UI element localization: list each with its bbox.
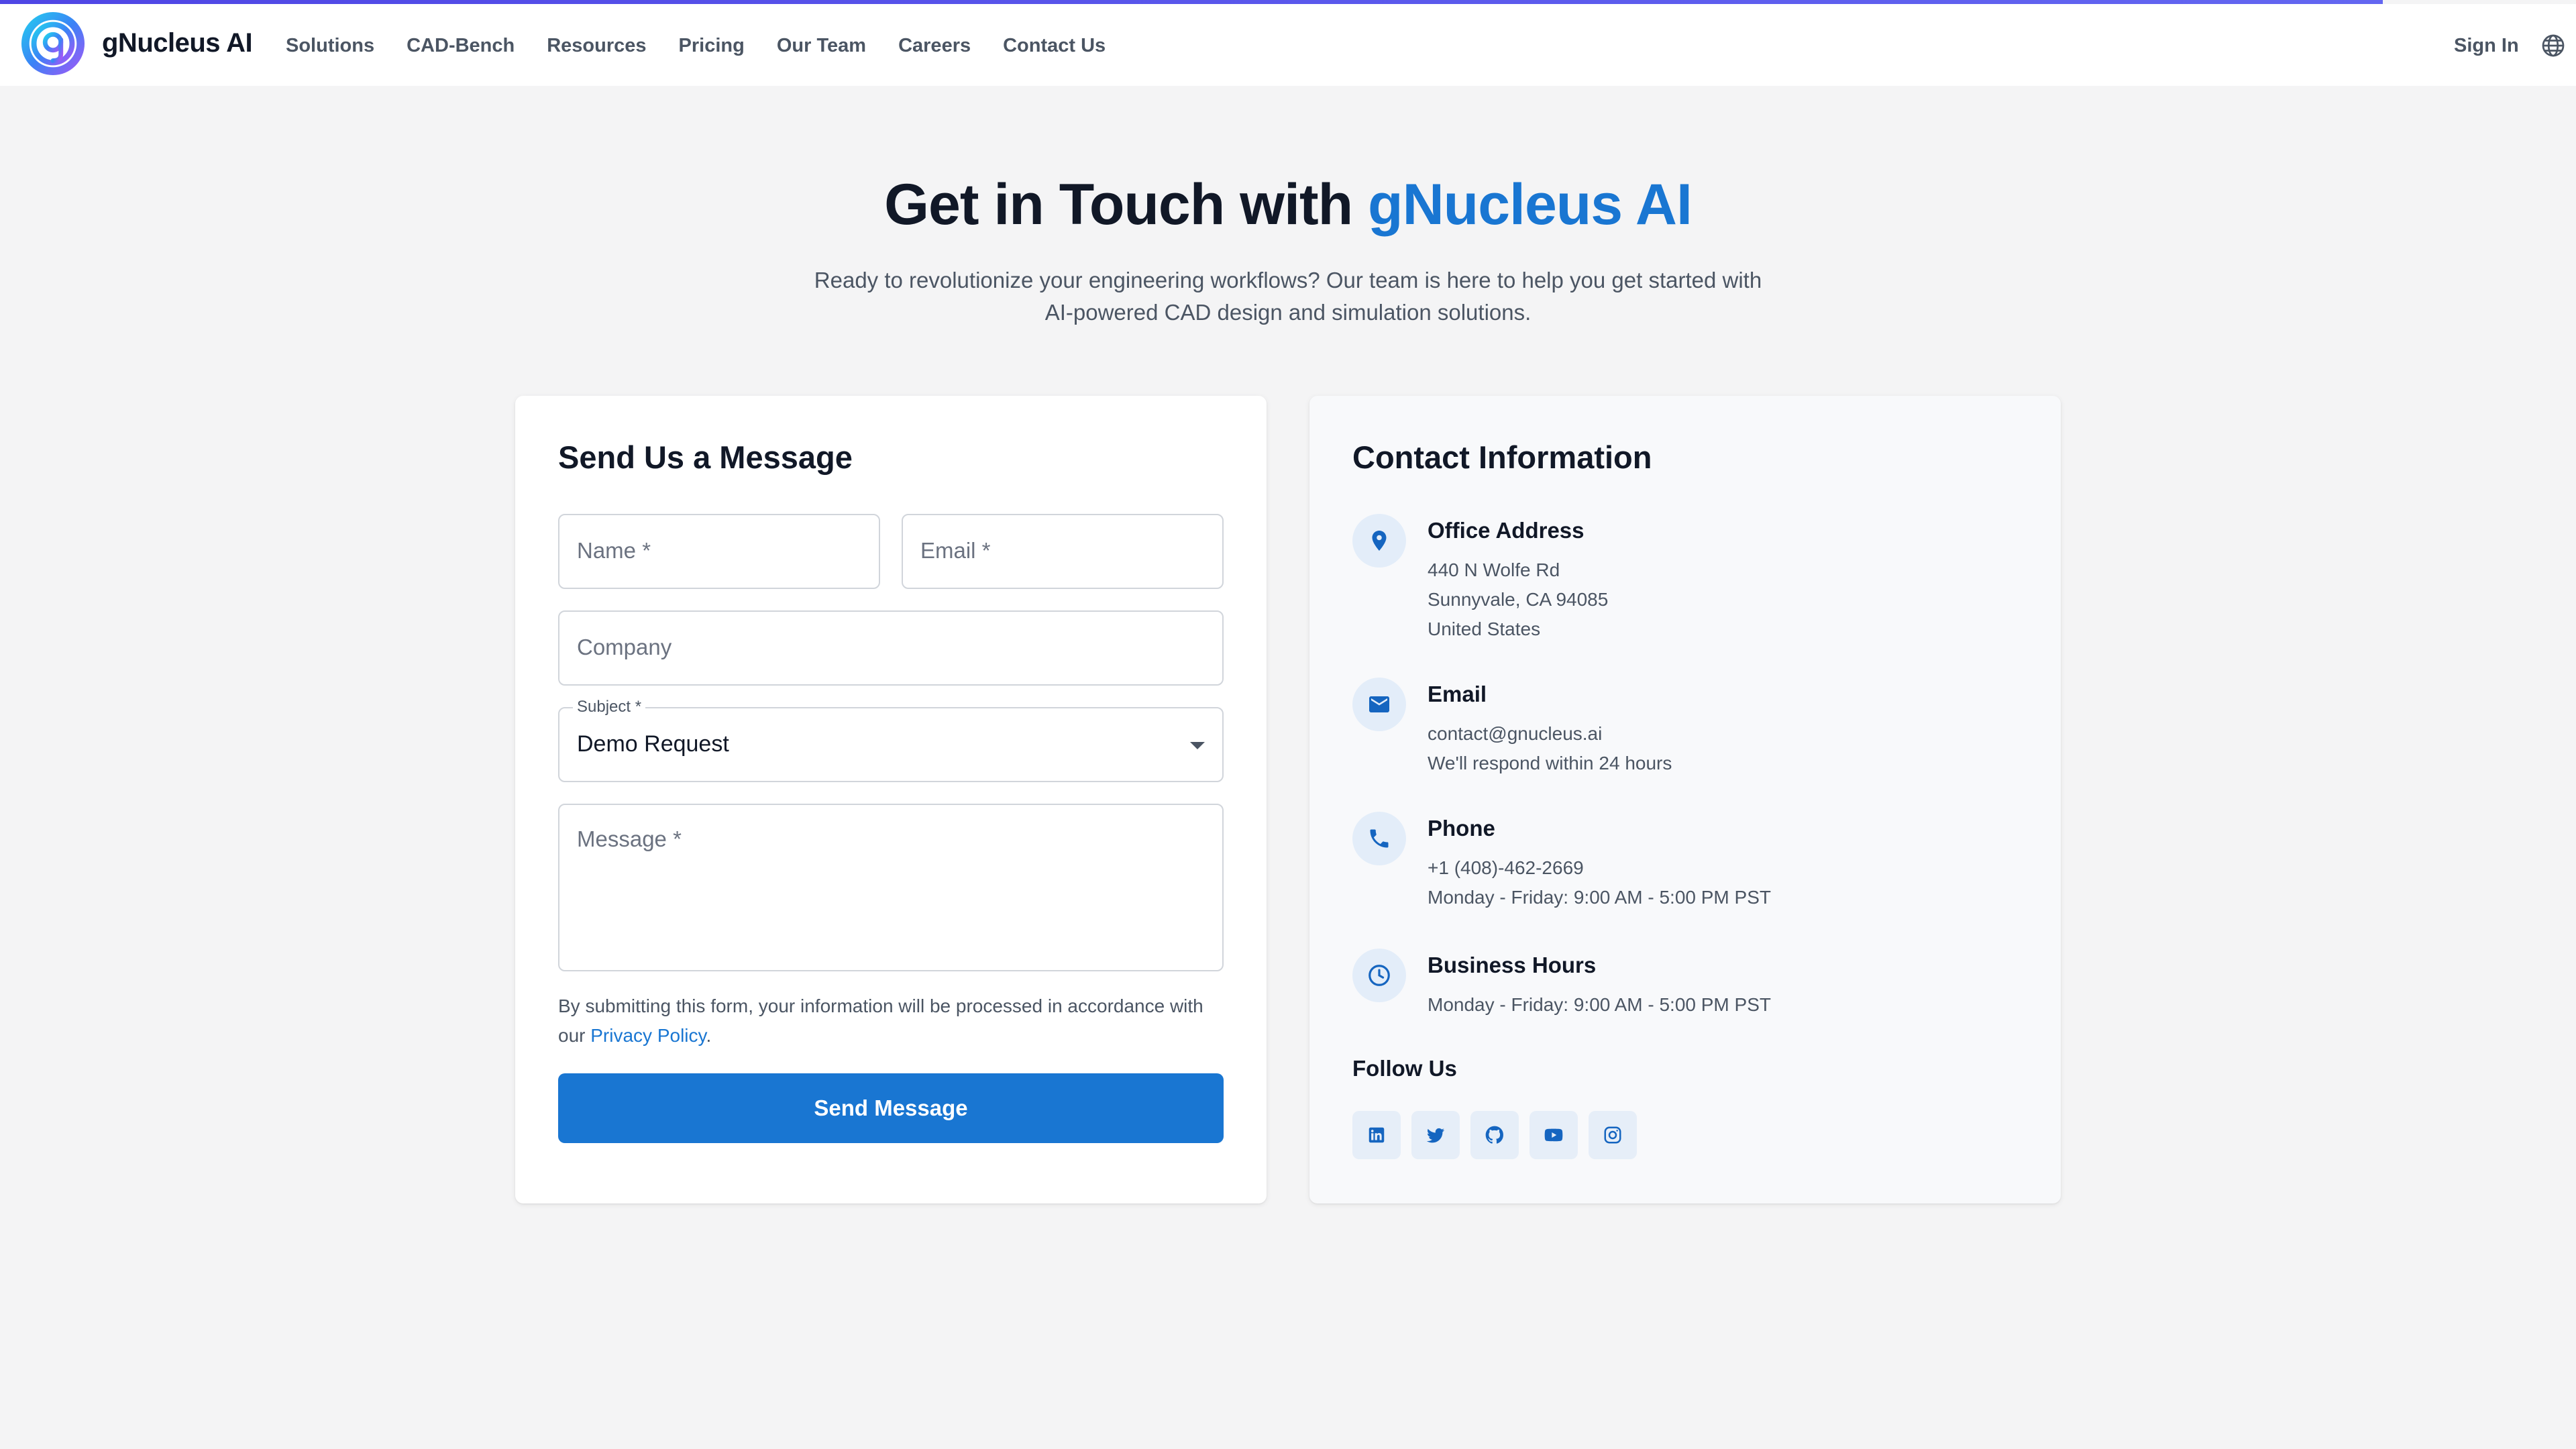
top-navbar: gNucleus AI Solutions CAD-Bench Resource… [0, 4, 2576, 86]
nav-link-solutions[interactable]: Solutions [286, 35, 374, 57]
location-pin-icon [1352, 514, 1406, 568]
page-subtitle: Ready to revolutionize your engineering … [814, 268, 1762, 325]
company-placeholder: Company [577, 635, 672, 659]
phone-number[interactable]: +1 (408)-462-2669 [1428, 853, 1771, 883]
contact-info-card: Contact Information Office Address 440 N… [1309, 396, 2061, 1203]
email-response-note: We'll respond within 24 hours [1428, 753, 1672, 773]
page-title: Get in Touch with gNucleus AI [0, 172, 2576, 238]
page-title-prefix: Get in Touch with [884, 172, 1368, 237]
company-input[interactable]: Company [558, 610, 1224, 686]
brand-name[interactable]: gNucleus AI [102, 28, 253, 58]
privacy-disclaimer: By submitting this form, your informatio… [558, 991, 1229, 1051]
nav-link-resources[interactable]: Resources [547, 35, 646, 57]
office-address-lines: 440 N Wolfe Rd Sunnyvale, CA 94085 Unite… [1428, 555, 1608, 644]
instagram-icon[interactable] [1589, 1111, 1637, 1159]
privacy-policy-link[interactable]: Privacy Policy [590, 1025, 706, 1046]
office-address-heading: Office Address [1428, 518, 1585, 543]
github-icon[interactable] [1470, 1111, 1519, 1159]
office-address-line: United States [1428, 619, 1541, 639]
business-hours-line: Monday - Friday: 9:00 AM - 5:00 PM PST [1428, 994, 1771, 1015]
email-heading: Email [1428, 682, 1487, 706]
send-message-button[interactable]: Send Message [558, 1073, 1224, 1143]
main-nav: Solutions CAD-Bench Resources Pricing Ou… [286, 35, 1138, 57]
phone-icon [1352, 812, 1406, 865]
business-hours-lines: Monday - Friday: 9:00 AM - 5:00 PM PST [1428, 990, 1771, 1020]
sign-in-link[interactable]: Sign In [2454, 35, 2519, 57]
subject-value: Demo Request [577, 731, 729, 757]
clock-icon [1352, 949, 1406, 1002]
business-hours-heading: Business Hours [1428, 953, 1597, 977]
email-input[interactable]: Email * [902, 514, 1224, 589]
email-placeholder: Email * [920, 538, 991, 563]
phone-hours: Monday - Friday: 9:00 AM - 5:00 PM PST [1428, 887, 1771, 908]
mail-icon [1352, 678, 1406, 731]
office-address-line: 440 N Wolfe Rd [1428, 559, 1560, 580]
nav-link-careers[interactable]: Careers [898, 35, 971, 57]
subject-label: Subject * [573, 698, 646, 716]
name-placeholder: Name * [577, 538, 651, 563]
gnucleus-logo-icon[interactable] [20, 11, 86, 76]
youtube-icon[interactable] [1529, 1111, 1578, 1159]
message-placeholder: Message * [577, 826, 682, 851]
caret-down-icon [1190, 742, 1205, 749]
subject-select[interactable]: Subject * Demo Request [558, 698, 1224, 782]
email-lines: contact@gnucleus.ai We'll respond within… [1428, 719, 1672, 778]
phone-heading: Phone [1428, 816, 1495, 841]
nav-link-our-team[interactable]: Our Team [777, 35, 866, 57]
contact-form-card: Send Us a Message Name * Email * Company… [515, 396, 1267, 1203]
form-title: Send Us a Message [558, 439, 853, 475]
email-address[interactable]: contact@gnucleus.ai [1428, 719, 1672, 749]
nav-link-contact-us[interactable]: Contact Us [1003, 35, 1106, 57]
page-title-accent: gNucleus AI [1368, 172, 1693, 237]
office-address-line: Sunnyvale, CA 94085 [1428, 589, 1609, 610]
contact-info-title: Contact Information [1352, 439, 1652, 475]
linkedin-icon[interactable] [1352, 1111, 1401, 1159]
disclaimer-end: . [706, 1025, 712, 1046]
follow-us-heading: Follow Us [1352, 1056, 1457, 1081]
message-textarea[interactable]: Message * [558, 804, 1224, 971]
twitter-icon[interactable] [1411, 1111, 1460, 1159]
name-input[interactable]: Name * [558, 514, 880, 589]
social-links [1352, 1111, 1648, 1159]
nav-link-pricing[interactable]: Pricing [679, 35, 745, 57]
nav-link-cad-bench[interactable]: CAD-Bench [407, 35, 515, 57]
phone-lines: +1 (408)-462-2669 Monday - Friday: 9:00 … [1428, 853, 1771, 912]
globe-icon[interactable] [2541, 34, 2565, 58]
